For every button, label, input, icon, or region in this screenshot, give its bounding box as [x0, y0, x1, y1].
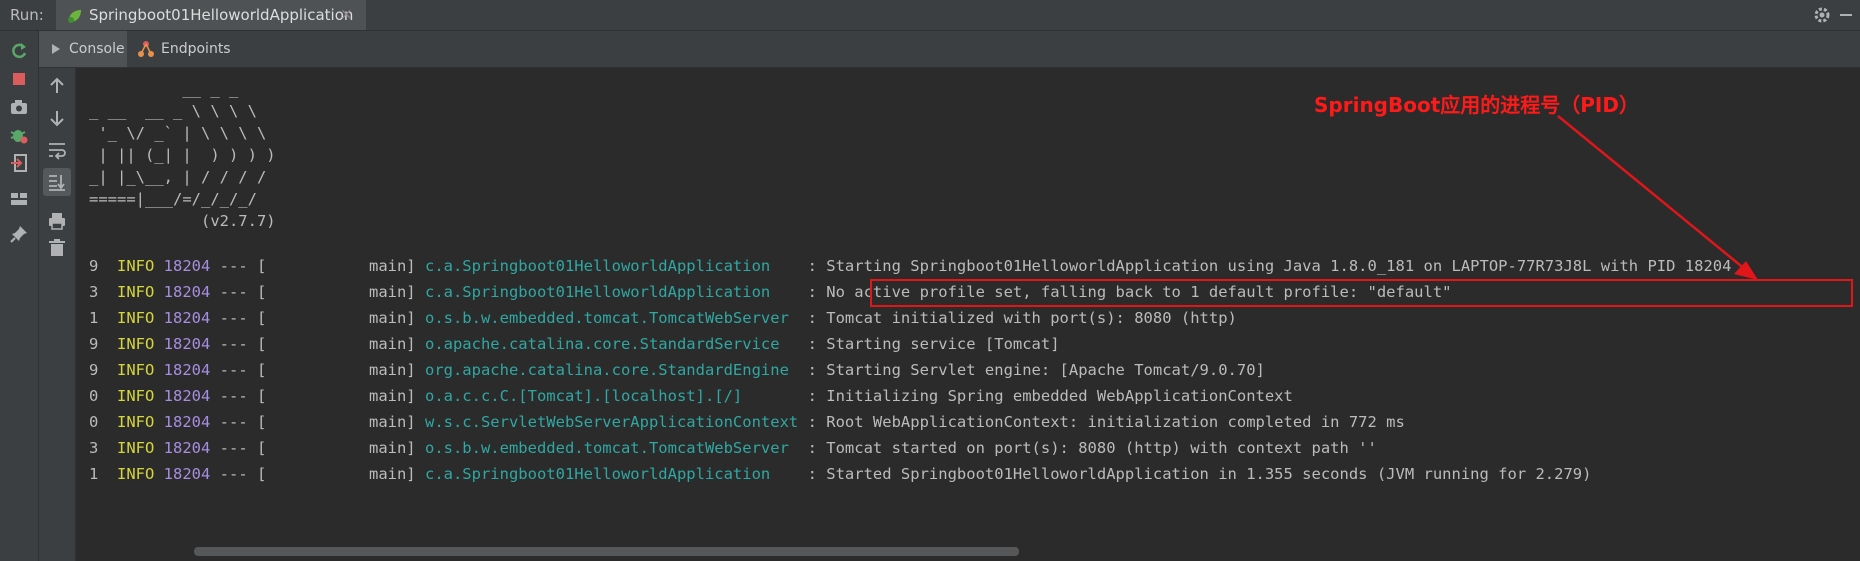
- horizontal-scrollbar[interactable]: [194, 547, 1019, 556]
- annotation-label: SpringBoot应用的进程号（PID）: [1314, 93, 1639, 117]
- annotation-arrow: [1557, 115, 1758, 280]
